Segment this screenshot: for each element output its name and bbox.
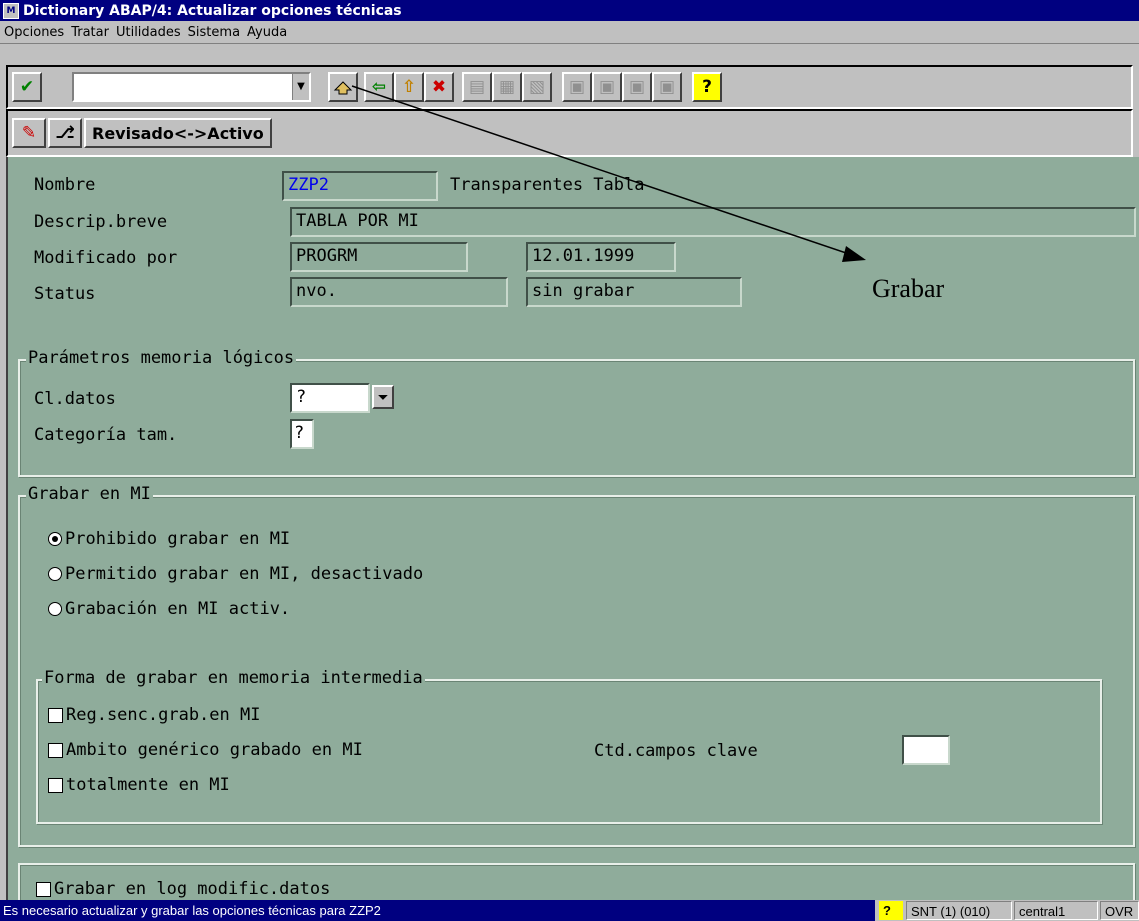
categoria-label: Categoría tam. — [34, 425, 178, 445]
cl-datos-dropdown-icon[interactable]: ⏷ — [372, 385, 394, 409]
help-icon[interactable]: ? — [692, 72, 722, 102]
modificado-user-field[interactable]: PROGRM — [290, 242, 468, 272]
forma-group-title: Forma de grabar en memoria intermedia — [42, 668, 425, 688]
status-field-1[interactable]: nvo. — [290, 277, 508, 307]
descrip-label: Descrip.breve — [34, 212, 168, 232]
menu-tratar[interactable]: Tratar — [71, 25, 109, 40]
radio-grabacion-label: Grabación en MI activ. — [65, 599, 291, 619]
status-field-2[interactable]: sin grabar — [526, 277, 742, 307]
cancel-icon[interactable]: ✖ — [424, 72, 454, 102]
checkbox-log-modific[interactable]: Grabar en log modific.datos — [36, 879, 330, 899]
window-title: Dictionary ABAP/4: Actualizar opciones t… — [23, 2, 402, 19]
cl-datos-field[interactable]: ? — [290, 383, 370, 413]
menu-utilidades[interactable]: Utilidades — [116, 25, 181, 40]
radio-permitido-label: Permitido grabar en MI, desactivado — [65, 564, 424, 584]
enter-check-icon[interactable]: ✔ — [12, 72, 42, 102]
grabar-group-title: Grabar en MI — [26, 484, 153, 504]
sap-app-icon[interactable]: M — [3, 2, 19, 19]
menu-opciones[interactable]: Opciones — [4, 25, 64, 40]
checkbox-totalmente[interactable]: totalmente en MI — [48, 775, 230, 795]
descrip-field[interactable]: TABLA POR MI — [290, 207, 1136, 237]
radio-selected-icon — [48, 532, 62, 546]
revisado-activo-button[interactable]: Revisado<->Activo — [84, 118, 272, 148]
back-icon[interactable]: ⇦ — [364, 72, 394, 102]
first-page-icon[interactable]: ▣ — [562, 72, 592, 102]
nombre-field[interactable]: ZZP2 — [282, 171, 438, 201]
save-icon[interactable] — [328, 72, 358, 102]
status-bar: Es necesario actualizar y grabar las opc… — [0, 900, 1139, 921]
checkbox-ambito-label: Ambito genérico grabado en MI — [66, 740, 363, 760]
ctd-campos-field[interactable] — [902, 735, 950, 765]
status-mode: OVR — [1100, 901, 1139, 920]
checkbox-ambito-generico[interactable]: Ambito genérico grabado en MI — [48, 740, 363, 760]
categoria-field[interactable]: ? — [290, 419, 314, 449]
modificado-label: Modificado por — [34, 248, 178, 268]
title-bar: M Dictionary ABAP/4: Actualizar opciones… — [0, 0, 1139, 21]
menu-sistema[interactable]: Sistema — [188, 25, 240, 40]
memoria-group-box — [18, 359, 1135, 477]
display-change-icon[interactable]: ✎ — [12, 118, 46, 148]
table-type-text: Transparentes Tabla — [450, 175, 645, 195]
checkbox-icon — [36, 881, 51, 897]
checkbox-reg-senc-label: Reg.senc.grab.en MI — [66, 705, 261, 725]
checkbox-reg-senc[interactable]: Reg.senc.grab.en MI — [48, 705, 260, 725]
status-system: SNT (1) (010) — [906, 901, 1012, 920]
print-icon[interactable]: ▤ — [462, 72, 492, 102]
radio-unselected-icon — [48, 602, 62, 616]
menu-ayuda[interactable]: Ayuda — [247, 25, 287, 40]
memoria-group-title: Parámetros memoria lógicos — [26, 348, 297, 368]
radio-prohibido-label: Prohibido grabar en MI — [65, 529, 291, 549]
checkbox-icon — [48, 777, 63, 793]
radio-permitido[interactable]: Permitido grabar en MI, desactivado — [48, 564, 423, 584]
modificado-date-field[interactable]: 12.01.1999 — [526, 242, 676, 272]
radio-grabacion-activ[interactable]: Grabación en MI activ. — [48, 599, 290, 619]
hierarchy-icon[interactable]: ⎇ — [48, 118, 82, 148]
radio-unselected-icon — [48, 567, 62, 581]
checkbox-totalmente-label: totalmente en MI — [66, 775, 230, 795]
command-dropdown-icon[interactable]: ▼ — [292, 74, 309, 100]
main-screen: Nombre ZZP2 Transparentes Tabla Descrip.… — [6, 157, 1139, 900]
application-toolbar: ✎ ⎇ Revisado<->Activo — [6, 109, 1133, 157]
status-label: Status — [34, 284, 96, 304]
standard-toolbar: ✔ ▼ ⇦ ⇧ ✖ ▤ ▦ ▧ ▣ ▣ ▣ ▣ ? — [6, 65, 1133, 109]
prev-page-icon[interactable]: ▣ — [592, 72, 622, 102]
nombre-label: Nombre — [34, 175, 96, 195]
grabar-annotation: Grabar — [872, 274, 945, 303]
status-help-icon[interactable]: ? — [879, 901, 903, 920]
find-next-icon[interactable]: ▧ — [522, 72, 552, 102]
cl-datos-label: Cl.datos — [34, 389, 116, 409]
status-server: central1 — [1014, 901, 1098, 920]
checkbox-icon — [48, 742, 63, 758]
checkbox-log-label: Grabar en log modific.datos — [54, 879, 331, 899]
radio-prohibido[interactable]: Prohibido grabar en MI — [48, 529, 290, 549]
command-field[interactable]: ▼ — [72, 72, 311, 102]
status-message: Es necesario actualizar y grabar las opc… — [0, 900, 875, 921]
ctd-campos-label: Ctd.campos clave — [594, 741, 758, 761]
last-page-icon[interactable]: ▣ — [652, 72, 682, 102]
exit-icon[interactable]: ⇧ — [394, 72, 424, 102]
find-icon[interactable]: ▦ — [492, 72, 522, 102]
checkbox-icon — [48, 707, 63, 723]
menu-bar: Opciones Tratar Utilidades Sistema Ayuda — [0, 21, 1139, 44]
next-page-icon[interactable]: ▣ — [622, 72, 652, 102]
